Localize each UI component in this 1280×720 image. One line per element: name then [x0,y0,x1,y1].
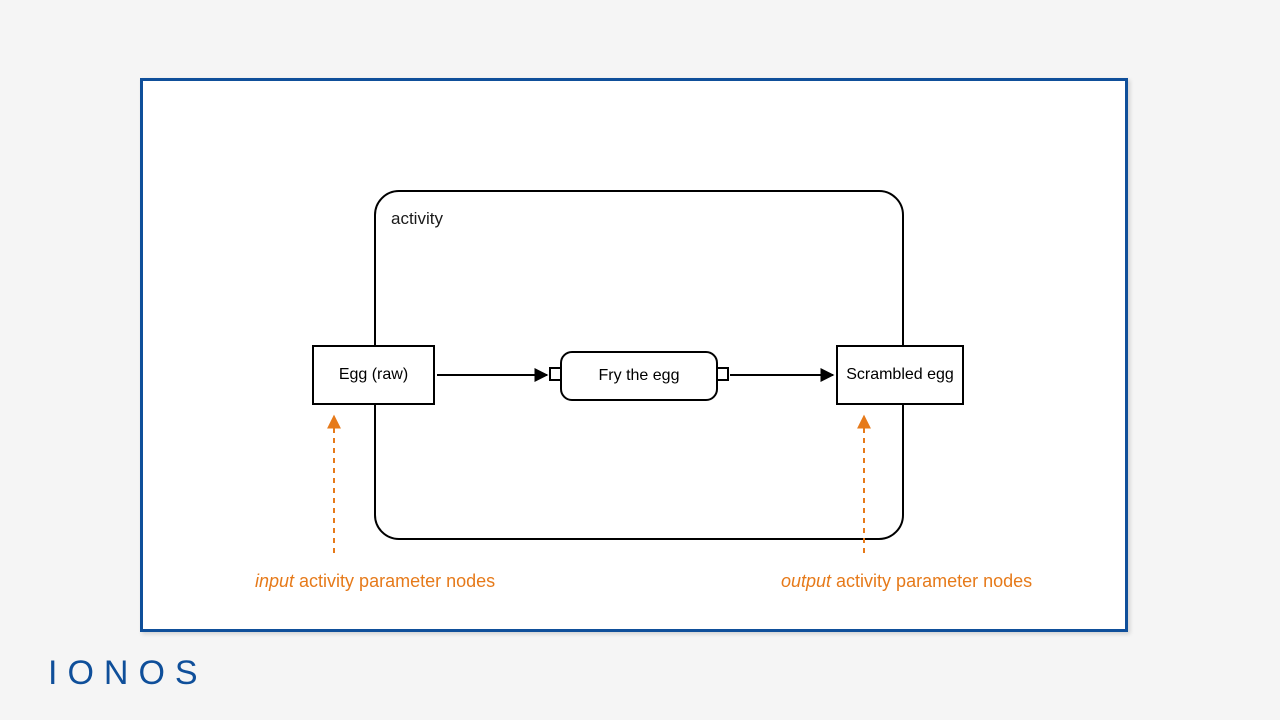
input-parameter-label: Egg (raw) [339,365,408,384]
action-node-label: Fry the egg [599,366,680,385]
annotation-input-emph: input [255,571,294,591]
annotation-input: input activity parameter nodes [255,570,515,593]
activity-label: activity [391,209,443,229]
annotation-input-rest: activity parameter nodes [294,571,495,591]
annotation-output-rest: activity parameter nodes [831,571,1032,591]
output-parameter-node: Scrambled egg [836,345,964,405]
brand-logo: IONOS [48,654,208,693]
action-node: Fry the egg [560,351,718,401]
output-parameter-label: Scrambled egg [846,365,954,384]
annotation-output-emph: output [781,571,831,591]
diagram-frame: activity Egg (raw) Fry the egg Scrambled… [140,78,1128,632]
input-parameter-node: Egg (raw) [312,345,435,405]
annotation-output: output activity parameter nodes [781,570,1081,593]
diagram-frame-wrap: activity Egg (raw) Fry the egg Scrambled… [140,78,1128,632]
